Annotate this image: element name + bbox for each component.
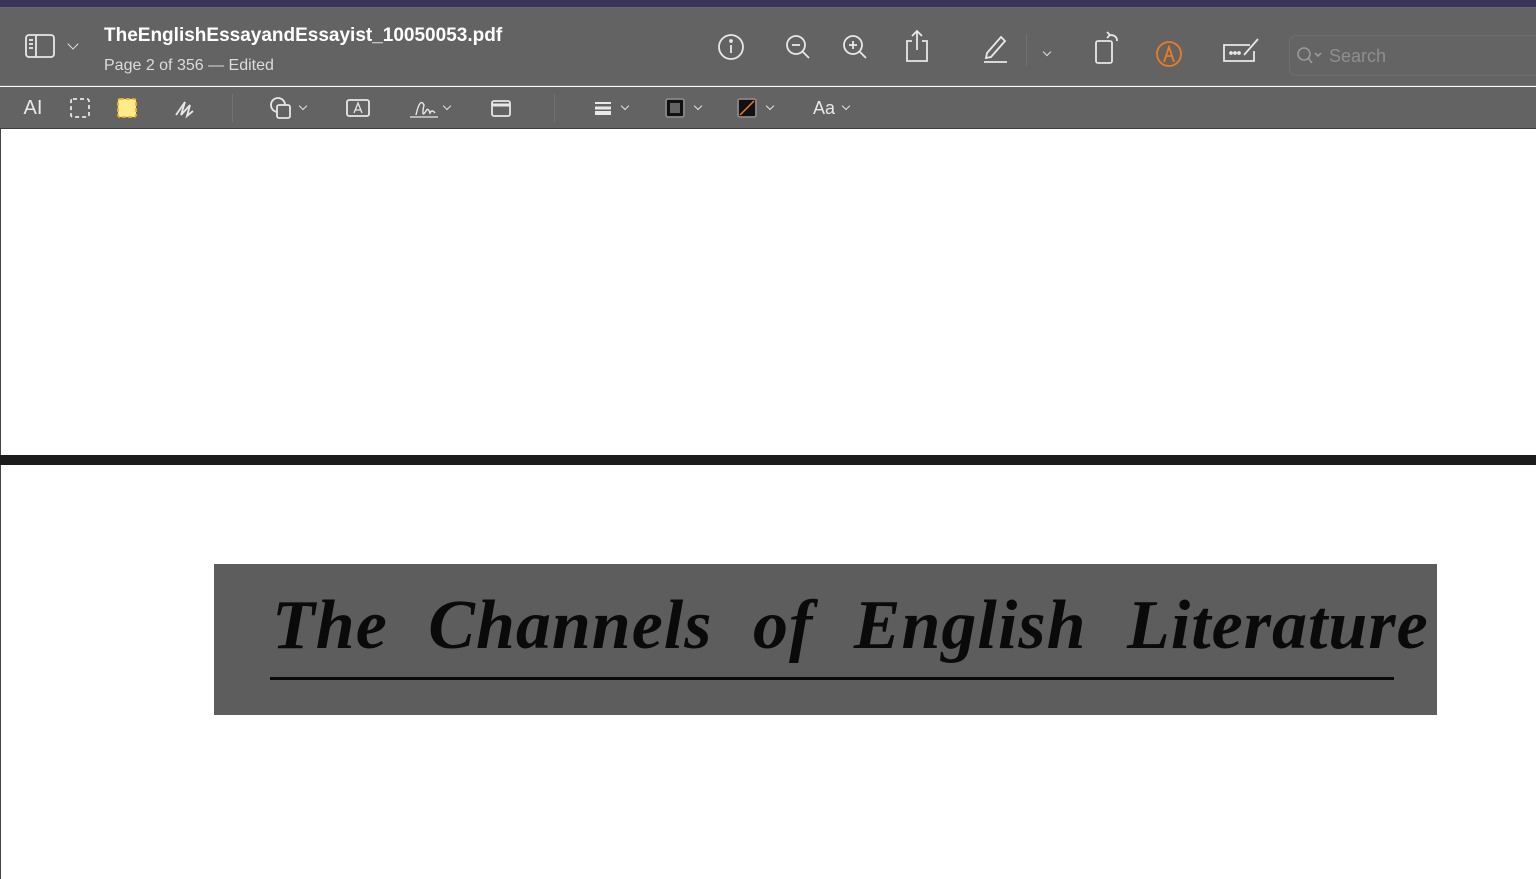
pdf-page-1 bbox=[0, 129, 1536, 455]
sidebar-menu-chevron-icon[interactable] bbox=[67, 38, 79, 50]
search-icon bbox=[1297, 47, 1322, 64]
highlight-options-chevron-icon[interactable] bbox=[1042, 47, 1052, 57]
line-style-icon[interactable] bbox=[592, 97, 614, 119]
divider bbox=[1026, 34, 1027, 66]
form-fill-icon[interactable] bbox=[1221, 36, 1261, 66]
fill-color-chevron-icon[interactable] bbox=[765, 101, 775, 111]
sketch-icon[interactable] bbox=[172, 96, 198, 120]
info-icon[interactable] bbox=[716, 32, 746, 62]
zoom-in-icon[interactable] bbox=[840, 32, 870, 62]
rotate-icon[interactable] bbox=[1093, 30, 1123, 66]
markup-toolbar: AI Aa bbox=[0, 87, 1536, 129]
heading-text: The Channels of English Literature bbox=[272, 587, 1429, 664]
fill-color-icon[interactable] bbox=[735, 96, 759, 120]
line-style-chevron-icon[interactable] bbox=[620, 101, 630, 111]
text-box-icon[interactable] bbox=[345, 97, 371, 119]
border-color-icon[interactable] bbox=[663, 96, 687, 120]
highlighted-heading[interactable]: The Channels of English Literature bbox=[214, 564, 1437, 715]
text-style-button[interactable]: Aa bbox=[810, 96, 838, 120]
markup-icon[interactable] bbox=[1154, 39, 1184, 69]
text-style-chevron-icon[interactable] bbox=[841, 101, 851, 111]
title-toolbar: TheEnglishEssayandEssayist_10050053.pdf … bbox=[0, 8, 1536, 86]
signature-icon[interactable] bbox=[408, 95, 440, 121]
page-separator bbox=[0, 455, 1536, 465]
search-placeholder: Search bbox=[1329, 46, 1387, 66]
divider bbox=[232, 94, 233, 122]
shapes-chevron-icon[interactable] bbox=[298, 101, 308, 111]
document-title: TheEnglishEssayandEssayist_10050053.pdf bbox=[104, 25, 503, 46]
shapes-icon[interactable] bbox=[268, 95, 294, 121]
search-field[interactable]: Search bbox=[1289, 35, 1536, 76]
share-icon[interactable] bbox=[902, 28, 932, 64]
divider bbox=[554, 94, 555, 122]
window-top-edge bbox=[0, 0, 1536, 8]
page-note-icon[interactable] bbox=[489, 97, 513, 119]
smart-lasso-icon[interactable] bbox=[115, 96, 139, 120]
heading-underline bbox=[270, 677, 1394, 680]
signature-chevron-icon[interactable] bbox=[442, 101, 452, 111]
zoom-out-icon[interactable] bbox=[783, 32, 813, 62]
highlight-pen-icon[interactable] bbox=[980, 30, 1010, 64]
border-color-chevron-icon[interactable] bbox=[693, 101, 703, 111]
text-selection-icon[interactable]: AI bbox=[20, 95, 46, 121]
document-subtitle: Page 2 of 356 — Edited bbox=[104, 57, 274, 74]
rectangular-selection-icon[interactable] bbox=[68, 96, 92, 120]
sidebar-toggle-icon[interactable] bbox=[24, 32, 56, 60]
